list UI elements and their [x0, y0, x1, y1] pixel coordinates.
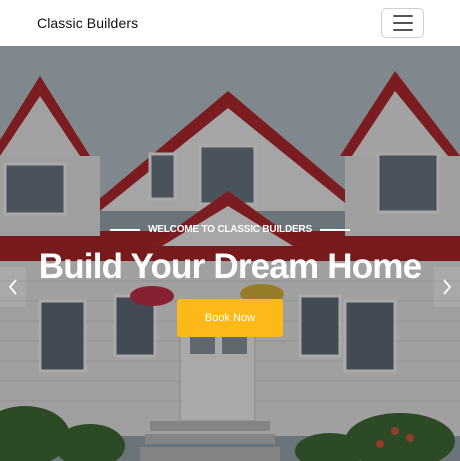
chevron-left-icon: [8, 279, 17, 295]
hero-headline: Build Your Dream Home: [38, 247, 422, 286]
eyebrow-line-left: [110, 228, 141, 231]
eyebrow-text: WELCOME TO CLASSIC BUILDERS: [148, 224, 312, 235]
eyebrow-line-right: [319, 228, 350, 231]
chevron-right-icon: [443, 279, 452, 295]
book-now-button[interactable]: Book Now: [177, 299, 283, 337]
carousel-next-button[interactable]: [434, 267, 460, 307]
hamburger-menu-icon: [392, 15, 413, 17]
carousel-prev-button[interactable]: [0, 267, 26, 307]
hero-eyebrow: WELCOME TO CLASSIC BUILDERS: [0, 224, 460, 235]
brand-link[interactable]: Classic Builders: [37, 15, 138, 31]
hero-caption: WELCOME TO CLASSIC BUILDERS Build Your D…: [0, 224, 460, 337]
navbar-toggler-button[interactable]: [381, 8, 424, 38]
hero-carousel: WELCOME TO CLASSIC BUILDERS Build Your D…: [0, 46, 460, 461]
navbar: Classic Builders: [0, 0, 460, 46]
